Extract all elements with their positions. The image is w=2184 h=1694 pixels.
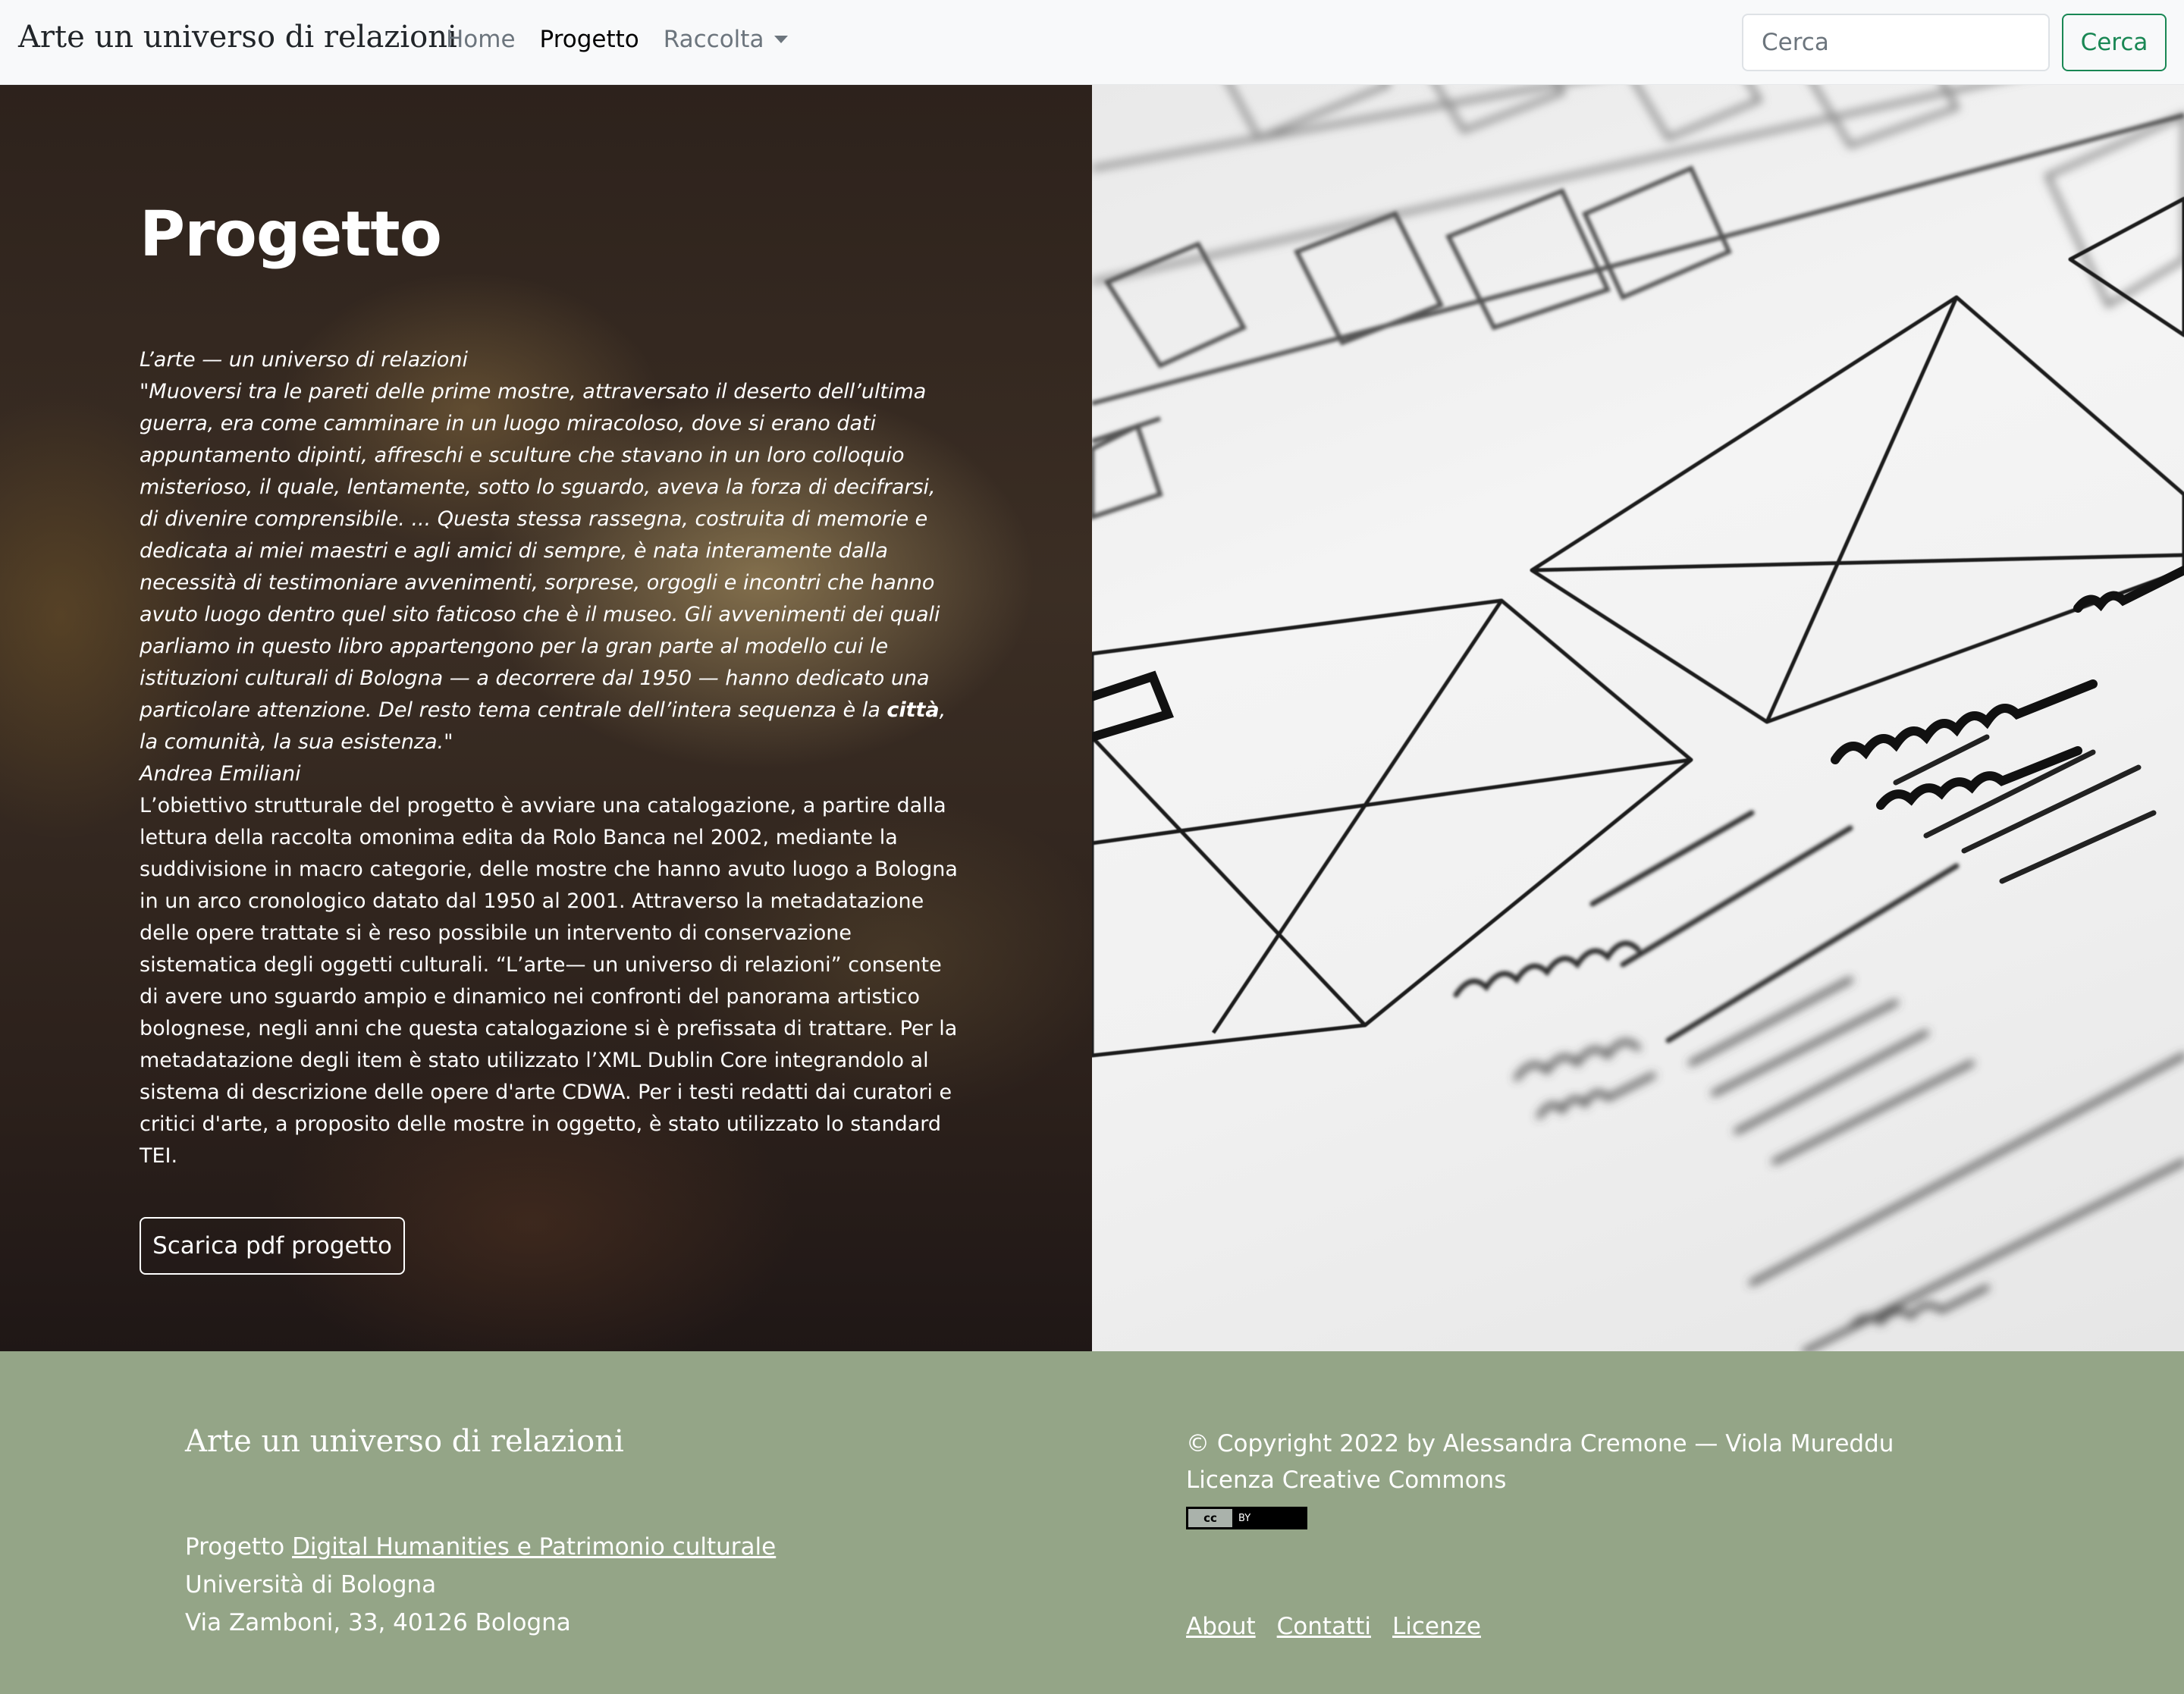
- footer-license-text: Licenza Creative Commons: [1186, 1467, 1507, 1494]
- navbar: Arte un universo di relazioni Home Proge…: [0, 0, 2184, 85]
- caret-down-icon: [774, 36, 789, 43]
- wireframe-sketch-illustration: [1092, 85, 2184, 1351]
- download-pdf-button[interactable]: Scarica pdf progetto: [140, 1217, 405, 1275]
- footer-project-link[interactable]: Digital Humanities e Patrimonio cultural…: [292, 1533, 776, 1561]
- footer-university: Università di Bologna: [185, 1571, 437, 1598]
- footer-nav: About Contatti Licenze: [1186, 1613, 1502, 1640]
- quote-text-bold: città: [886, 698, 940, 722]
- nav-dropdown-raccolta-label: Raccolta: [663, 26, 764, 53]
- quote-title: L’arte — un universo di relazioni: [140, 348, 468, 372]
- nav-link-home[interactable]: Home: [446, 26, 516, 53]
- footer: Arte un universo di relazioni Progetto D…: [0, 1351, 2184, 1694]
- search-button[interactable]: Cerca: [2062, 14, 2167, 71]
- footer-link-about[interactable]: About: [1186, 1613, 1256, 1640]
- quote-text: "Muoversi tra le pareti delle prime most…: [140, 376, 959, 758]
- hero-text-panel: Progetto L’arte — un universo di relazio…: [0, 85, 1092, 1351]
- project-description: L’obiettivo strutturale del progetto è a…: [140, 794, 958, 1168]
- cc-logo-icon: cc: [1188, 1509, 1232, 1527]
- nav-links: Home Progetto Raccolta: [446, 26, 812, 53]
- wireframe-sketch-image: [1092, 85, 2184, 1351]
- footer-brand: Arte un universo di relazioni: [185, 1424, 624, 1459]
- quote-author: Andrea Emiliani: [140, 762, 301, 786]
- nav-link-progetto[interactable]: Progetto: [540, 26, 639, 53]
- quote-text-part: "Muoversi tra le pareti delle prime most…: [140, 380, 940, 722]
- footer-link-contatti[interactable]: Contatti: [1277, 1613, 1371, 1640]
- footer-project-prefix: Progetto: [185, 1533, 293, 1561]
- nav-dropdown-raccolta[interactable]: Raccolta: [664, 26, 789, 53]
- footer-project-line: Progetto Digital Humanities e Patrimonio…: [185, 1533, 776, 1561]
- quote-block: L’arte — un universo di relazioni "Muove…: [140, 344, 959, 790]
- navbar-brand[interactable]: Arte un universo di relazioni: [18, 20, 457, 55]
- footer-copyright: © Copyright 2022 by Alessandra Cremone —…: [1186, 1430, 1894, 1457]
- search-input[interactable]: [1742, 14, 2050, 71]
- cc-by-license-badge[interactable]: cc BY: [1186, 1507, 1307, 1529]
- footer-address: Via Zamboni, 33, 40126 Bologna: [185, 1609, 571, 1636]
- cc-by-label: BY: [1232, 1509, 1305, 1527]
- footer-link-licenze[interactable]: Licenze: [1392, 1613, 1481, 1640]
- page-title: Progetto: [140, 199, 442, 271]
